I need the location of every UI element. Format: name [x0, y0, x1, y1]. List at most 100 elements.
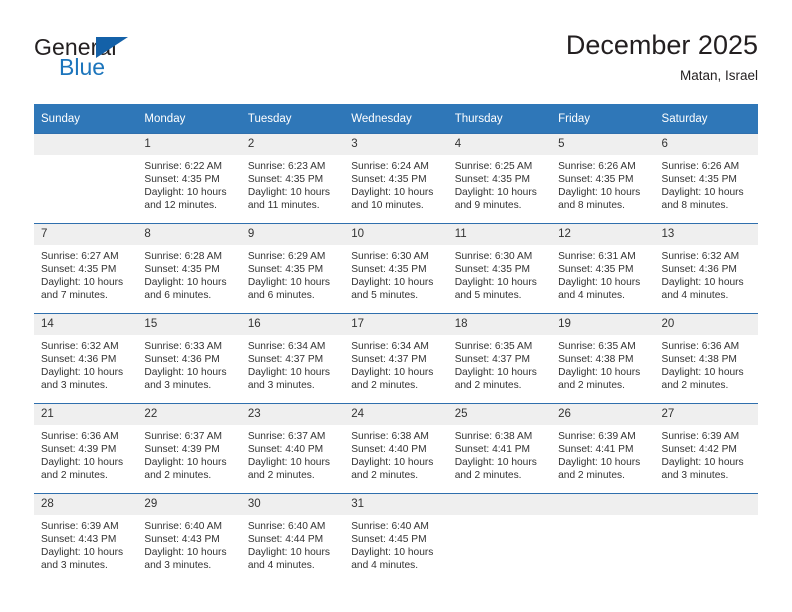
calendar-day-cell[interactable]: 19 Sunrise: 6:35 AM Sunset: 4:38 PM Dayligh…: [551, 313, 655, 404]
sunset-text: Sunset: 4:40 PM: [247, 444, 324, 456]
sunset-text: Sunset: 4:39 PM: [144, 444, 220, 456]
daylight-text-line2: and 4 minutes.: [351, 560, 419, 572]
calendar-day-cell: [34, 133, 138, 224]
calendar-day-cell[interactable]: 24 Sunrise: 6:38 AM Sunset: 4:40 PM Dayligh…: [344, 403, 448, 494]
sunset-text: Sunset: 4:37 PM: [247, 354, 324, 366]
calendar-week-row: 14 Sunrise: 6:32 AM Sunset: 4:36 PM Dayligh…: [34, 313, 758, 404]
day-number: 1: [137, 134, 241, 155]
day-number: 29: [137, 494, 241, 515]
sunrise-text: Sunrise: 6:40 AM: [247, 521, 326, 532]
day-details: Sunrise: 6:28 AM Sunset: 4:35 PM Daylight:…: [137, 245, 240, 302]
sunset-text: Sunset: 4:37 PM: [454, 354, 531, 366]
daylight-text-line2: and 11 minutes.: [247, 200, 320, 212]
daylight-text-line2: and 2 minutes.: [558, 470, 625, 482]
calendar-day-cell[interactable]: 13 Sunrise: 6:32 AM Sunset: 4:36 PM Dayligh…: [654, 223, 758, 314]
daylight-text-line2: and 2 minutes.: [454, 380, 522, 392]
daylight-text-line1: Daylight: 10 hours: [247, 367, 330, 379]
calendar-day-cell[interactable]: 3 Sunrise: 6:24 AM Sunset: 4:35 PM Daylight…: [344, 133, 448, 224]
day-details: Sunrise: 6:34 AM Sunset: 4:37 PM Daylight:…: [241, 335, 344, 392]
calendar-day-cell: [551, 493, 655, 583]
day-number: 20: [654, 314, 758, 335]
daylight-text-line2: and 2 minutes.: [558, 380, 625, 392]
daylight-text-line1: Daylight: 10 hours: [661, 277, 744, 289]
daylight-text-line1: Daylight: 10 hours: [454, 367, 537, 379]
sunrise-text: Sunrise: 6:39 AM: [41, 521, 119, 532]
sunset-text: Sunset: 4:42 PM: [661, 444, 737, 456]
daylight-text-line2: and 4 minutes.: [247, 560, 315, 572]
daylight-text-line1: Daylight: 10 hours: [661, 187, 744, 199]
day-number: 14: [34, 314, 138, 335]
day-details: Sunrise: 6:26 AM Sunset: 4:35 PM Daylight:…: [551, 155, 654, 212]
day-details: Sunrise: 6:27 AM Sunset: 4:35 PM Daylight:…: [34, 245, 137, 302]
calendar-day-cell[interactable]: 30 Sunrise: 6:40 AM Sunset: 4:44 PM Dayligh…: [240, 493, 345, 583]
calendar-day-cell[interactable]: 4 Sunrise: 6:25 AM Sunset: 4:35 PM Daylight…: [447, 133, 552, 224]
day-number: 13: [654, 224, 758, 245]
day-number: 8: [137, 224, 241, 245]
sunset-text: Sunset: 4:35 PM: [247, 174, 324, 186]
day-number: 9: [240, 224, 345, 245]
day-number: [551, 494, 655, 515]
calendar-day-cell[interactable]: 15 Sunrise: 6:33 AM Sunset: 4:36 PM Dayligh…: [137, 313, 241, 404]
calendar-day-cell[interactable]: 1 Sunrise: 6:22 AM Sunset: 4:35 PM Daylight…: [137, 133, 241, 224]
sunset-text: Sunset: 4:35 PM: [41, 264, 117, 276]
calendar-day-cell[interactable]: 27 Sunrise: 6:39 AM Sunset: 4:42 PM Dayligh…: [654, 403, 758, 494]
day-details: Sunrise: 6:32 AM Sunset: 4:36 PM Daylight:…: [34, 335, 137, 392]
day-number: 26: [551, 404, 655, 425]
calendar-day-cell[interactable]: 11 Sunrise: 6:30 AM Sunset: 4:35 PM Dayligh…: [447, 223, 552, 314]
calendar-day-cell[interactable]: 21 Sunrise: 6:36 AM Sunset: 4:39 PM Dayligh…: [34, 403, 138, 494]
daylight-text-line2: and 6 minutes.: [247, 290, 315, 302]
calendar-day-cell[interactable]: 9 Sunrise: 6:29 AM Sunset: 4:35 PM Daylight…: [240, 223, 345, 314]
calendar-day-cell[interactable]: 18 Sunrise: 6:35 AM Sunset: 4:37 PM Dayligh…: [447, 313, 552, 404]
calendar-day-cell[interactable]: 23 Sunrise: 6:37 AM Sunset: 4:40 PM Dayligh…: [240, 403, 345, 494]
calendar-day-cell[interactable]: 8 Sunrise: 6:28 AM Sunset: 4:35 PM Daylight…: [137, 223, 241, 314]
daylight-text-line2: and 5 minutes.: [454, 290, 522, 302]
day-details: Sunrise: 6:39 AM Sunset: 4:42 PM Daylight:…: [655, 425, 758, 482]
calendar-day-cell[interactable]: 17 Sunrise: 6:34 AM Sunset: 4:37 PM Dayligh…: [344, 313, 448, 404]
sunset-text: Sunset: 4:43 PM: [41, 534, 117, 546]
calendar-day-cell[interactable]: 12 Sunrise: 6:31 AM Sunset: 4:35 PM Dayligh…: [551, 223, 655, 314]
day-details: Sunrise: 6:22 AM Sunset: 4:35 PM Daylight:…: [137, 155, 240, 212]
sunrise-text: Sunrise: 6:29 AM: [247, 251, 326, 262]
daylight-text-line2: and 4 minutes.: [661, 290, 729, 302]
daylight-text-line1: Daylight: 10 hours: [351, 187, 434, 199]
daylight-text-line2: and 3 minutes.: [247, 380, 315, 392]
calendar-body: 1 Sunrise: 6:22 AM Sunset: 4:35 PM Daylight…: [34, 133, 758, 583]
calendar-day-cell[interactable]: 14 Sunrise: 6:32 AM Sunset: 4:36 PM Dayligh…: [34, 313, 138, 404]
calendar-day-cell[interactable]: 31 Sunrise: 6:40 AM Sunset: 4:45 PM Dayligh…: [344, 493, 448, 583]
calendar-day-cell[interactable]: 2 Sunrise: 6:23 AM Sunset: 4:35 PM Daylight…: [240, 133, 345, 224]
daylight-text-line2: and 9 minutes.: [454, 200, 522, 212]
calendar-day-cell[interactable]: 16 Sunrise: 6:34 AM Sunset: 4:37 PM Dayligh…: [240, 313, 345, 404]
daylight-text-line2: and 2 minutes.: [661, 380, 729, 392]
day-details: Sunrise: 6:35 AM Sunset: 4:37 PM Daylight:…: [448, 335, 551, 392]
day-details: Sunrise: 6:24 AM Sunset: 4:35 PM Daylight:…: [344, 155, 447, 212]
day-number: 10: [344, 224, 448, 245]
logo-text-blue: Blue: [59, 54, 106, 80]
calendar-day-cell[interactable]: 22 Sunrise: 6:37 AM Sunset: 4:39 PM Dayligh…: [137, 403, 241, 494]
calendar-day-cell[interactable]: 25 Sunrise: 6:38 AM Sunset: 4:41 PM Dayligh…: [447, 403, 552, 494]
calendar-day-cell[interactable]: 26 Sunrise: 6:39 AM Sunset: 4:41 PM Dayligh…: [551, 403, 655, 494]
daylight-text-line1: Daylight: 10 hours: [454, 457, 537, 469]
calendar-day-cell[interactable]: 29 Sunrise: 6:40 AM Sunset: 4:43 PM Dayligh…: [137, 493, 241, 583]
calendar-day-cell[interactable]: 7 Sunrise: 6:27 AM Sunset: 4:35 PM Daylight…: [34, 223, 138, 314]
day-number: 17: [344, 314, 448, 335]
daylight-text-line2: and 12 minutes.: [144, 200, 217, 212]
sunrise-text: Sunrise: 6:26 AM: [558, 161, 636, 172]
calendar-day-cell[interactable]: 5 Sunrise: 6:26 AM Sunset: 4:35 PM Daylight…: [551, 133, 655, 224]
sunset-text: Sunset: 4:35 PM: [144, 174, 220, 186]
daylight-text-line1: Daylight: 10 hours: [558, 457, 641, 469]
calendar-day-cell[interactable]: 6 Sunrise: 6:26 AM Sunset: 4:35 PM Daylight…: [654, 133, 758, 224]
calendar-day-cell[interactable]: 28 Sunrise: 6:39 AM Sunset: 4:43 PM Dayligh…: [34, 493, 138, 583]
daylight-text-line1: Daylight: 10 hours: [41, 457, 124, 469]
day-details: Sunrise: 6:36 AM Sunset: 4:39 PM Daylight:…: [34, 425, 137, 482]
calendar-day-cell[interactable]: 10 Sunrise: 6:30 AM Sunset: 4:35 PM Dayligh…: [344, 223, 448, 314]
daylight-text-line1: Daylight: 10 hours: [454, 187, 537, 199]
daylight-text-line1: Daylight: 10 hours: [661, 457, 744, 469]
day-number: 24: [344, 404, 448, 425]
day-number: 30: [240, 494, 345, 515]
sunrise-text: Sunrise: 6:40 AM: [144, 521, 223, 532]
sunset-text: Sunset: 4:35 PM: [558, 264, 634, 276]
sunset-text: Sunset: 4:36 PM: [41, 354, 117, 366]
general-blue-logo[interactable]: General Blue: [34, 34, 234, 90]
calendar-day-cell[interactable]: 20 Sunrise: 6:36 AM Sunset: 4:38 PM Dayligh…: [654, 313, 758, 404]
sunset-text: Sunset: 4:43 PM: [144, 534, 220, 546]
